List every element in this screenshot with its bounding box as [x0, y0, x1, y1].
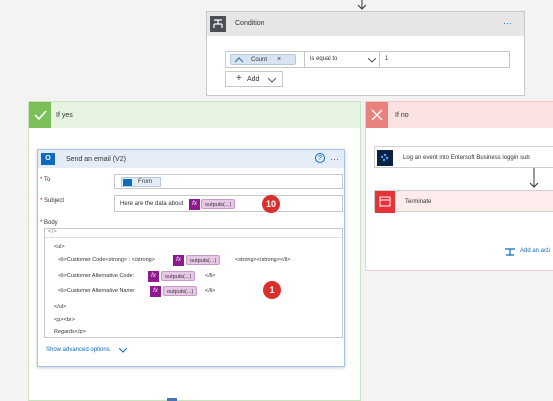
send-email-header[interactable]: O Send an email (V2) ? ··· — [38, 150, 344, 168]
count-token[interactable]: Count × — [230, 54, 296, 65]
condition-operator-select[interactable]: is equal to — [304, 51, 380, 68]
expression-icon: fx — [173, 255, 184, 266]
add-button[interactable]: + Add — [225, 71, 283, 87]
badge-body: 1 — [263, 281, 281, 299]
terminate-title: Terminate — [405, 199, 432, 205]
operator-value: is equal to — [310, 56, 338, 62]
to-label: To — [44, 177, 51, 183]
chevron-down-icon[interactable] — [119, 348, 127, 353]
check-icon — [29, 102, 51, 128]
to-required-mark: * — [40, 177, 43, 183]
expression-icon: fx — [148, 271, 159, 282]
add-action-icon — [505, 248, 515, 256]
close-icon — [366, 102, 388, 128]
plus-icon: + — [236, 73, 242, 84]
badge-subject: 10 — [262, 195, 280, 213]
add-action-label: Add an acti — [520, 248, 551, 254]
terminate-icon — [375, 191, 395, 213]
subject-text: Here are the data about — [120, 201, 184, 207]
if-no-title: If no — [395, 112, 409, 119]
more-icon[interactable]: ··· — [503, 18, 512, 28]
body-line-3: <li>Customer Alternative Code: — [58, 273, 135, 279]
to-field[interactable]: From — [114, 174, 343, 189]
condition-card[interactable]: Condition ··· Count × is equal to 1 + Ad… — [206, 11, 525, 96]
body-line-5: </ul> — [54, 304, 67, 310]
branch-if-no: If no Log an event into Entersoft Busine… — [365, 101, 553, 271]
flow-arrow-icon — [529, 168, 539, 188]
body-required-mark: * — [40, 220, 43, 226]
send-email-card[interactable]: O Send an email (V2) ? ··· * To From * S… — [37, 149, 345, 367]
editor-toolbar: </> — [45, 229, 342, 238]
body-line-6: <p><br> — [54, 317, 75, 323]
if-no-header[interactable]: If no — [366, 102, 553, 128]
condition-left-operand[interactable]: Count × — [225, 51, 305, 68]
condition-value: 1 — [385, 56, 389, 62]
subject-label: Subject — [44, 198, 65, 204]
body-line-4-end: </li> — [205, 288, 216, 294]
outputs-token[interactable]: outputs(...) — [163, 286, 198, 296]
body-line-1: <ul> — [54, 244, 65, 250]
branch-if-yes: If yes O Send an email (V2) ? ··· * To F… — [28, 101, 361, 401]
condition-value-input[interactable]: 1 — [379, 51, 510, 68]
subject-required-mark: * — [40, 198, 43, 204]
outlook-icon: O — [41, 153, 55, 165]
add-action-link[interactable]: Add an acti — [504, 247, 553, 259]
from-token-label: From — [138, 179, 152, 185]
show-advanced-options-link[interactable]: Show advanced options — [46, 347, 110, 353]
body-line-4: <li>Customer Alternative Name: — [58, 288, 136, 294]
remove-icon[interactable]: × — [277, 56, 281, 63]
more-icon[interactable]: ··· — [330, 154, 339, 164]
count-token-icon — [234, 57, 244, 63]
condition-title: Condition — [235, 20, 265, 27]
if-yes-header[interactable]: If yes — [29, 102, 360, 128]
body-line-7: Regards</p> — [54, 329, 86, 335]
condition-icon — [210, 16, 226, 32]
body-editor[interactable]: </> <ul> <li>Customer Code<strong> : </s… — [44, 228, 343, 338]
outputs-token[interactable]: outputs(...) — [161, 271, 196, 281]
chevron-down-icon — [268, 78, 276, 83]
add-button-label: Add — [247, 76, 260, 83]
body-line-2-end: <strong></strong></li> — [235, 257, 291, 263]
help-icon[interactable]: ? — [315, 153, 325, 163]
condition-header[interactable]: Condition ··· — [207, 12, 524, 36]
if-yes-title: If yes — [56, 112, 73, 119]
send-email-title: Send an email (V2) — [66, 156, 126, 163]
outputs-token[interactable]: outputs(...) — [201, 199, 236, 209]
flow-arrow-icon — [357, 0, 367, 10]
chevron-down-icon — [368, 58, 376, 63]
subject-field[interactable]: Here are the data about fx outputs(...) … — [114, 195, 343, 213]
outputs-token[interactable]: outputs(...) — [186, 255, 221, 265]
outlook-icon — [123, 179, 132, 186]
body-line-3-end: </li> — [205, 273, 216, 279]
log-event-title: Log an event into Entersoft Business log… — [403, 155, 530, 161]
expression-icon: fx — [150, 286, 161, 297]
log-event-action[interactable]: Log an event into Entersoft Business log… — [374, 146, 553, 168]
body-line-2: <li>Customer Code<strong> : </strong> — [58, 257, 155, 263]
code-view-icon[interactable]: </> — [48, 229, 57, 235]
entersoft-icon — [377, 150, 393, 166]
from-token[interactable]: From — [121, 177, 161, 187]
count-token-label: Count — [251, 57, 268, 63]
body-label: Body — [44, 220, 58, 226]
expression-icon: fx — [189, 199, 200, 210]
terminate-action[interactable]: Terminate — [374, 190, 553, 213]
